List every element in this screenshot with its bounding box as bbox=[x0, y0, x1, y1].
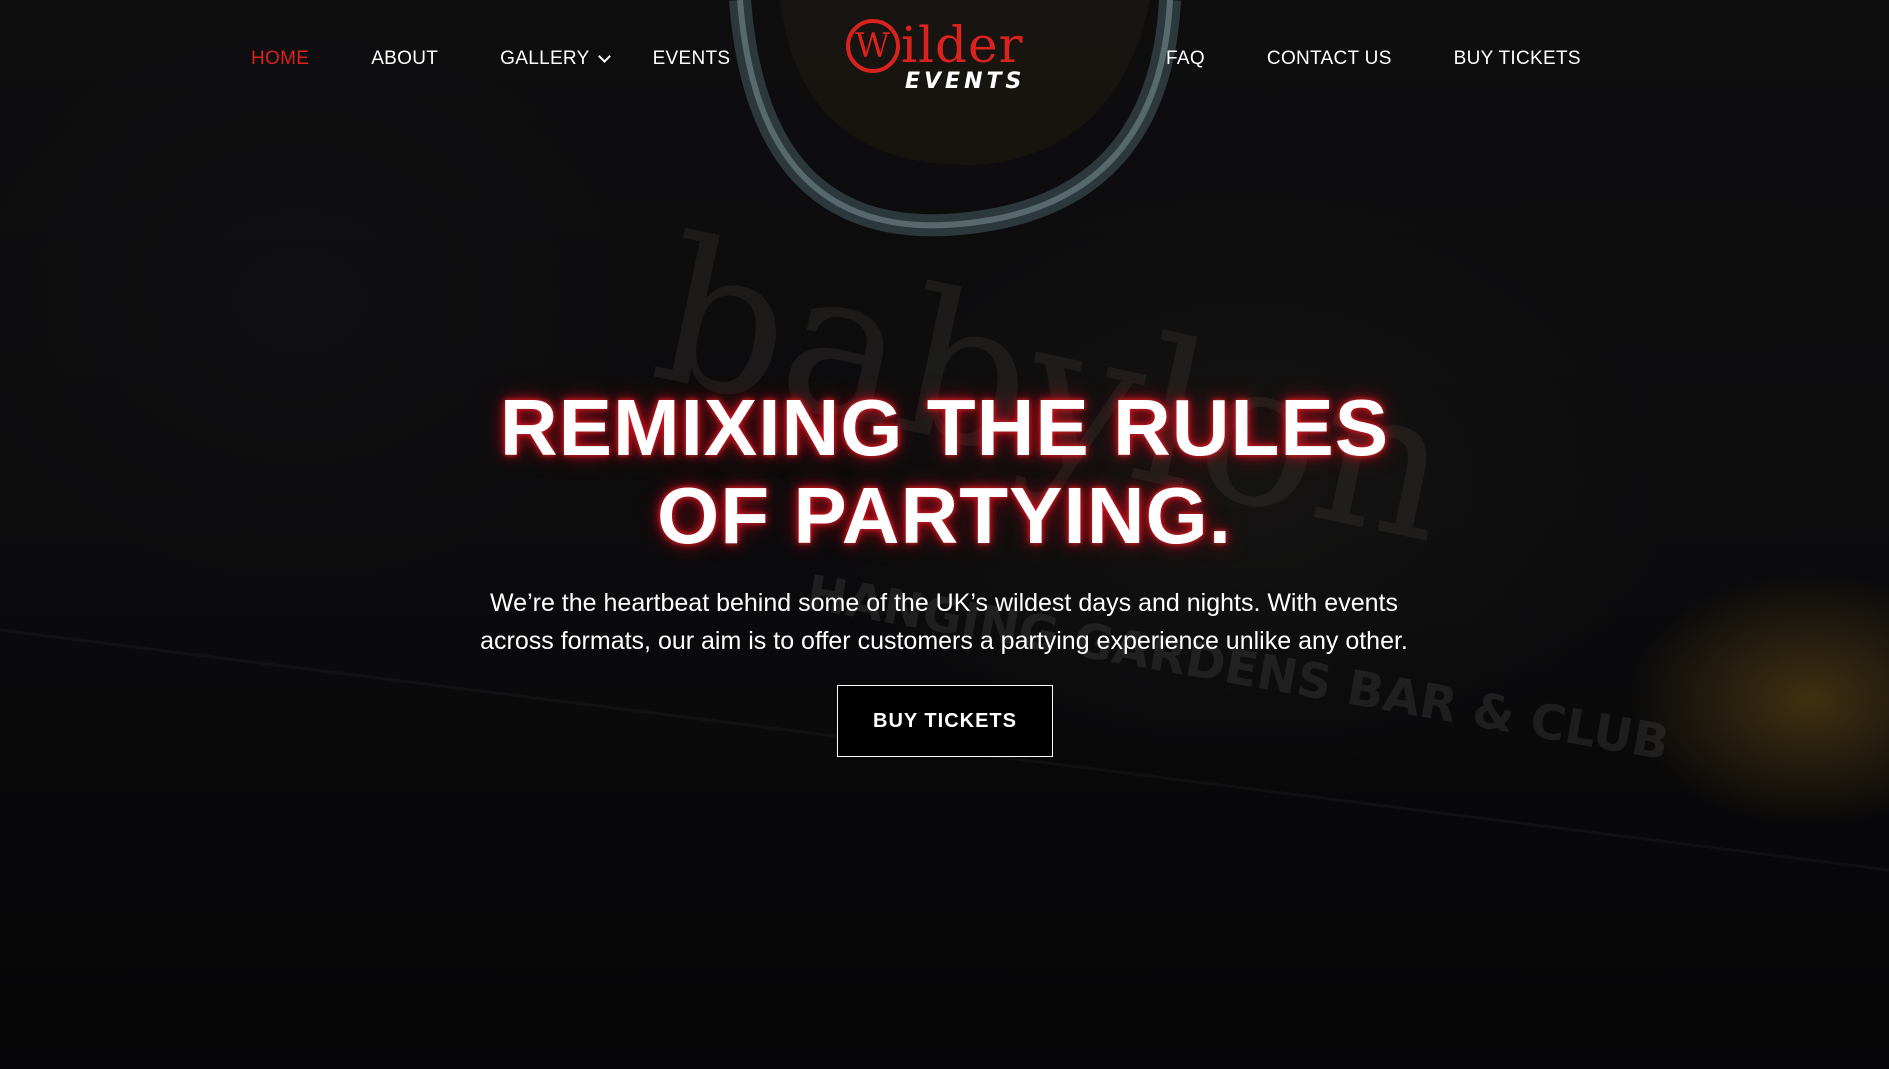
site-logo[interactable]: W ilder EVENTS bbox=[843, 14, 1053, 100]
hero-subtext: We’re the heartbeat behind some of the U… bbox=[444, 584, 1444, 660]
chevron-down-icon bbox=[597, 49, 611, 63]
hero-subtext-line2: across formats, our aim is to offer cust… bbox=[480, 627, 1408, 655]
nav-item-faq[interactable]: FAQ bbox=[1166, 48, 1205, 70]
nav-item-gallery-label: GALLERY bbox=[500, 48, 590, 69]
nav-item-events[interactable]: EVENTS bbox=[653, 48, 731, 70]
nav-item-buy-tickets[interactable]: BUY TICKETS bbox=[1454, 48, 1581, 70]
nav-item-gallery[interactable]: GALLERY bbox=[500, 48, 611, 70]
logo-initial: W bbox=[855, 26, 890, 66]
hero-headline-line2: OF PARTYING. bbox=[657, 471, 1232, 560]
hero-section: babylon HANGING GARDENS BAR & CLUB HOME … bbox=[0, 0, 1889, 1069]
hero-subtext-line1: We’re the heartbeat behind some of the U… bbox=[490, 589, 1398, 617]
nav-item-home[interactable]: HOME bbox=[251, 48, 309, 70]
nav-item-contact-us[interactable]: CONTACT US bbox=[1267, 48, 1392, 70]
buy-tickets-button[interactable]: BUY TICKETS bbox=[837, 685, 1053, 757]
logo-wordmark: ilder bbox=[901, 16, 1024, 74]
logo-subtitle: EVENTS bbox=[905, 69, 1026, 94]
nav-item-about[interactable]: ABOUT bbox=[371, 48, 438, 70]
hero-headline-line1: REMIXING THE RULES bbox=[499, 383, 1390, 472]
main-nav-right: FAQ CONTACT US BUY TICKETS bbox=[1166, 48, 1581, 70]
main-nav-left: HOME ABOUT GALLERY EVENTS bbox=[251, 48, 730, 70]
